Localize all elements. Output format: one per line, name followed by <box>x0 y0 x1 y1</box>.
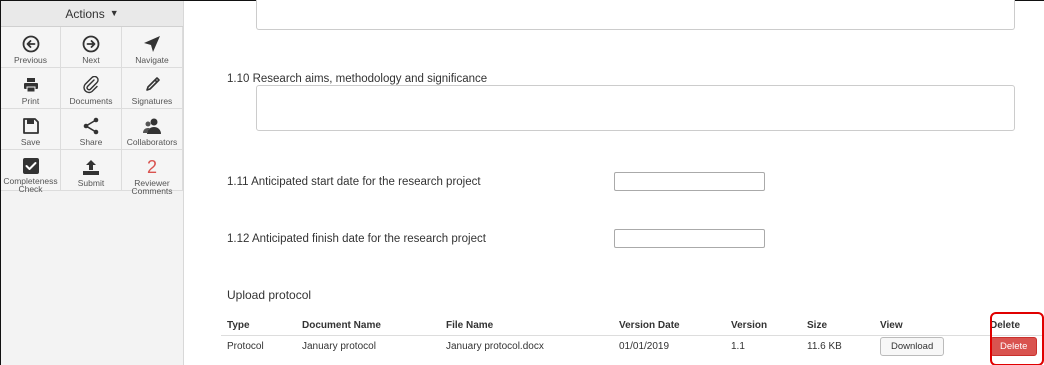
actions-dropdown[interactable]: Actions ▼ <box>1 1 183 27</box>
cell-type: Protocol <box>227 340 264 352</box>
navigate-label: Navigate <box>135 55 169 65</box>
col-document-name: Document Name <box>296 317 440 336</box>
col-type: Type <box>221 317 296 336</box>
checkbox-icon <box>22 157 40 175</box>
previous-answer-textarea[interactable] <box>256 0 1015 30</box>
col-view: View <box>874 317 984 336</box>
paperclip-icon <box>82 75 100 95</box>
upload-protocol-title: Upload protocol <box>227 288 312 302</box>
share-button[interactable]: Share <box>61 109 122 150</box>
completeness-check-label: Completeness Check <box>3 176 58 194</box>
start-date-input[interactable] <box>614 172 765 191</box>
table-row: Protocol January protocol January protoc… <box>221 335 1044 357</box>
protocol-table: Type Document Name File Name Version Dat… <box>221 317 1044 357</box>
q111-label: 1.11 Anticipated start date for the rese… <box>227 176 481 188</box>
print-button[interactable]: Print <box>1 68 61 109</box>
documents-button[interactable]: Documents <box>61 68 122 109</box>
reviewer-comments-button[interactable]: 2 Reviewer Comments <box>122 150 183 195</box>
arrow-left-circle-icon <box>22 34 40 54</box>
cell-document-name: January protocol <box>302 340 376 352</box>
cell-size: 11.6 KB <box>807 340 842 352</box>
chevron-down-icon: ▼ <box>109 7 119 18</box>
signatures-label: Signatures <box>131 96 173 106</box>
cell-version: 1.1 <box>731 340 745 352</box>
form-main: 1.10 Research aims, methodology and sign… <box>185 0 1044 365</box>
actions-grid: Previous Next Navigate Print Documents S… <box>1 27 183 195</box>
finish-date-input[interactable] <box>614 229 765 248</box>
printer-icon <box>22 75 40 95</box>
download-button[interactable]: Download <box>880 336 945 356</box>
navigate-button[interactable]: Navigate <box>122 27 183 68</box>
col-delete: Delete <box>984 317 1044 336</box>
documents-label: Documents <box>69 96 113 106</box>
completeness-check-button[interactable]: Completeness Check <box>1 150 61 194</box>
delete-button[interactable]: Delete <box>990 336 1038 356</box>
next-button[interactable]: Next <box>61 27 122 68</box>
cell-version-date: 01/01/2019 <box>619 340 670 352</box>
next-label: Next <box>82 55 100 65</box>
q112-label: 1.12 Anticipated finish date for the res… <box>227 233 486 245</box>
q110-label: 1.10 Research aims, methodology and sign… <box>227 73 488 85</box>
previous-label: Previous <box>13 55 48 65</box>
col-file-name: File Name <box>440 317 613 336</box>
floppy-icon <box>22 116 40 136</box>
cell-delete: Delete <box>984 335 1044 357</box>
col-version-date: Version Date <box>613 317 725 336</box>
cell-file-name: January protocol.docx <box>446 340 544 352</box>
upload-icon <box>82 157 100 177</box>
collaborators-label: Collaborators <box>126 137 178 147</box>
q110-textarea[interactable] <box>256 85 1015 131</box>
signatures-button[interactable]: Signatures <box>122 68 183 109</box>
previous-button[interactable]: Previous <box>1 27 61 68</box>
collaborators-button[interactable]: Collaborators <box>122 109 183 150</box>
print-label: Print <box>21 96 40 106</box>
actions-label: Actions <box>65 6 105 21</box>
submit-button[interactable]: Submit <box>61 150 122 191</box>
table-header-row: Type Document Name File Name Version Dat… <box>221 317 1044 336</box>
reviewer-comments-count: 2 <box>146 157 157 177</box>
share-label: Share <box>79 137 103 147</box>
save-button[interactable]: Save <box>1 109 61 150</box>
share-icon <box>82 116 100 136</box>
users-icon <box>142 116 162 136</box>
submit-label: Submit <box>77 178 105 188</box>
reviewer-comments-label: Reviewer Comments <box>131 178 173 196</box>
col-size: Size <box>801 317 874 336</box>
cell-view: Download <box>874 335 984 357</box>
save-label: Save <box>20 137 41 147</box>
pen-icon <box>143 75 161 95</box>
actions-sidebar: Actions ▼ Previous Next Navigate Print D… <box>1 1 184 365</box>
navigate-arrow-icon <box>143 34 161 54</box>
arrow-right-circle-icon <box>82 34 100 54</box>
col-version: Version <box>725 317 801 336</box>
